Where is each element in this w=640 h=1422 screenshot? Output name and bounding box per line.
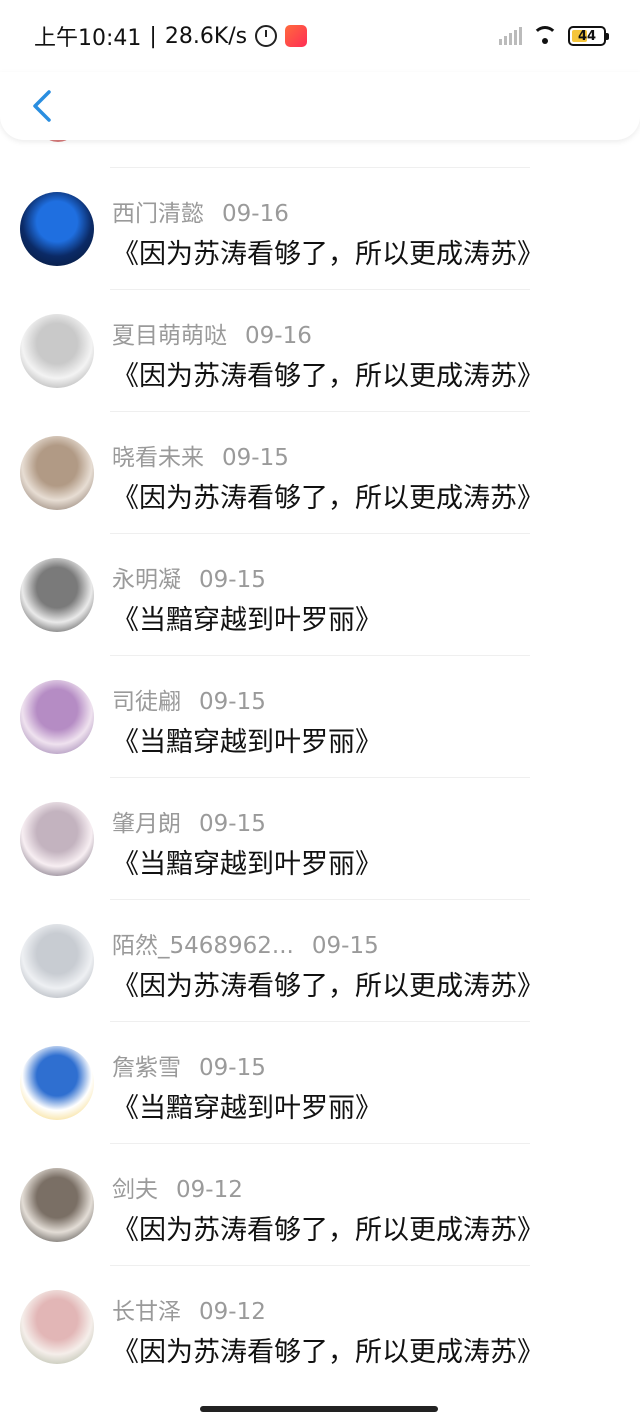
battery-icon: 44 — [568, 26, 609, 46]
avatar[interactable] — [20, 314, 94, 388]
list-item[interactable]: 西门清懿 09-16 《因为苏涛看够了，所以更成涛苏》 — [0, 168, 640, 289]
avatar[interactable] — [20, 436, 94, 510]
date: 09-12 — [199, 1299, 266, 1325]
date: 09-15 — [199, 567, 266, 593]
list-item[interactable]: 剑夫 09-12 《因为苏涛看够了，所以更成涛苏》 — [0, 1144, 640, 1265]
date: 09-16 — [245, 323, 312, 349]
status-time: 上午10:41 — [34, 26, 142, 51]
list-item[interactable]: 陌然_5468962... 09-15 《因为苏涛看够了，所以更成涛苏》 — [0, 900, 640, 1021]
comment-list: 西门清懿 09-16 《因为苏涛看够了，所以更成涛苏》 夏目萌萌哒 09-16 《因为苏涛… — [0, 167, 640, 1387]
avatar[interactable] — [20, 924, 94, 998]
date: 09-12 — [176, 1177, 243, 1203]
date: 09-15 — [199, 1055, 266, 1081]
username[interactable]: 夏目萌萌哒 — [112, 323, 227, 349]
work-title[interactable]: 《因为苏涛看够了，所以更成涛苏》 — [112, 1330, 544, 1369]
avatar[interactable] — [20, 802, 94, 876]
list-item[interactable]: 肇月朗 09-15 《当黯穿越到叶罗丽》 — [0, 778, 640, 899]
item-meta: 永明凝 09-15 — [112, 560, 266, 594]
username[interactable]: 陌然_5468962... — [112, 933, 294, 959]
avatar[interactable] — [20, 680, 94, 754]
username[interactable]: 剑夫 — [112, 1177, 158, 1203]
username[interactable]: 司徒翩 — [112, 689, 181, 715]
avatar[interactable] — [20, 1290, 94, 1364]
date: 09-16 — [222, 201, 289, 227]
username[interactable]: 西门清懿 — [112, 201, 204, 227]
username[interactable]: 詹紫雪 — [112, 1055, 181, 1081]
header-bar — [0, 72, 640, 140]
avatar[interactable] — [20, 1046, 94, 1120]
item-meta: 司徒翩 09-15 — [112, 682, 266, 716]
wifi-icon — [532, 26, 558, 46]
work-title[interactable]: 《因为苏涛看够了，所以更成涛苏》 — [112, 354, 544, 393]
chevron-left-icon — [33, 90, 51, 122]
item-meta: 西门清懿 09-16 — [112, 194, 289, 228]
avatar[interactable] — [20, 1168, 94, 1242]
status-right: 44 — [499, 26, 609, 46]
work-title[interactable]: 《因为苏涛看够了，所以更成涛苏》 — [112, 476, 544, 515]
item-meta: 肇月朗 09-15 — [112, 804, 266, 838]
date: 09-15 — [199, 689, 266, 715]
date: 09-15 — [199, 811, 266, 837]
username[interactable]: 长甘泽 — [112, 1299, 181, 1325]
list-item[interactable]: 晓看未来 09-15 《因为苏涛看够了，所以更成涛苏》 — [0, 412, 640, 533]
battery-level: 44 — [577, 28, 597, 44]
app-notification-icon — [285, 25, 308, 47]
home-indicator[interactable] — [200, 1406, 438, 1412]
network-speed: 28.6K/s — [164, 23, 248, 49]
status-bar: 上午10:41 | 28.6K/s 44 — [0, 0, 640, 72]
work-title[interactable]: 《当黯穿越到叶罗丽》 — [112, 842, 382, 881]
avatar[interactable] — [20, 192, 94, 266]
list-item[interactable]: 夏目萌萌哒 09-16 《因为苏涛看够了，所以更成涛苏》 — [0, 290, 640, 411]
date: 09-15 — [222, 445, 289, 471]
list-item[interactable]: 永明凝 09-15 《当黯穿越到叶罗丽》 — [0, 534, 640, 655]
work-title[interactable]: 《当黯穿越到叶罗丽》 — [112, 598, 382, 637]
item-meta: 长甘泽 09-12 — [112, 1292, 266, 1326]
work-title[interactable]: 《因为苏涛看够了，所以更成涛苏》 — [112, 964, 544, 1003]
list-item[interactable]: 司徒翩 09-15 《当黯穿越到叶罗丽》 — [0, 656, 640, 777]
work-title[interactable]: 《当黯穿越到叶罗丽》 — [112, 1086, 382, 1125]
item-meta: 夏目萌萌哒 09-16 — [112, 316, 312, 350]
item-meta: 剑夫 09-12 — [112, 1170, 243, 1204]
status-left: 上午10:41 | 28.6K/s — [34, 20, 308, 52]
signal-icon — [499, 27, 522, 45]
status-separator: | — [149, 23, 157, 49]
username[interactable]: 肇月朗 — [112, 811, 181, 837]
item-meta: 陌然_5468962... 09-15 — [112, 926, 379, 960]
work-title[interactable]: 《因为苏涛看够了，所以更成涛苏》 — [112, 1208, 544, 1247]
item-meta: 晓看未来 09-15 — [112, 438, 289, 472]
list-item[interactable]: 长甘泽 09-12 《因为苏涛看够了，所以更成涛苏》 — [0, 1266, 640, 1387]
alarm-icon — [255, 25, 278, 47]
list-item[interactable]: 詹紫雪 09-15 《当黯穿越到叶罗丽》 — [0, 1022, 640, 1143]
back-button[interactable] — [22, 86, 62, 126]
item-meta: 詹紫雪 09-15 — [112, 1048, 266, 1082]
username[interactable]: 晓看未来 — [112, 445, 204, 471]
username[interactable]: 永明凝 — [112, 567, 181, 593]
avatar[interactable] — [20, 558, 94, 632]
work-title[interactable]: 《当黯穿越到叶罗丽》 — [112, 720, 382, 759]
date: 09-15 — [311, 933, 379, 959]
work-title[interactable]: 《因为苏涛看够了，所以更成涛苏》 — [112, 232, 544, 271]
